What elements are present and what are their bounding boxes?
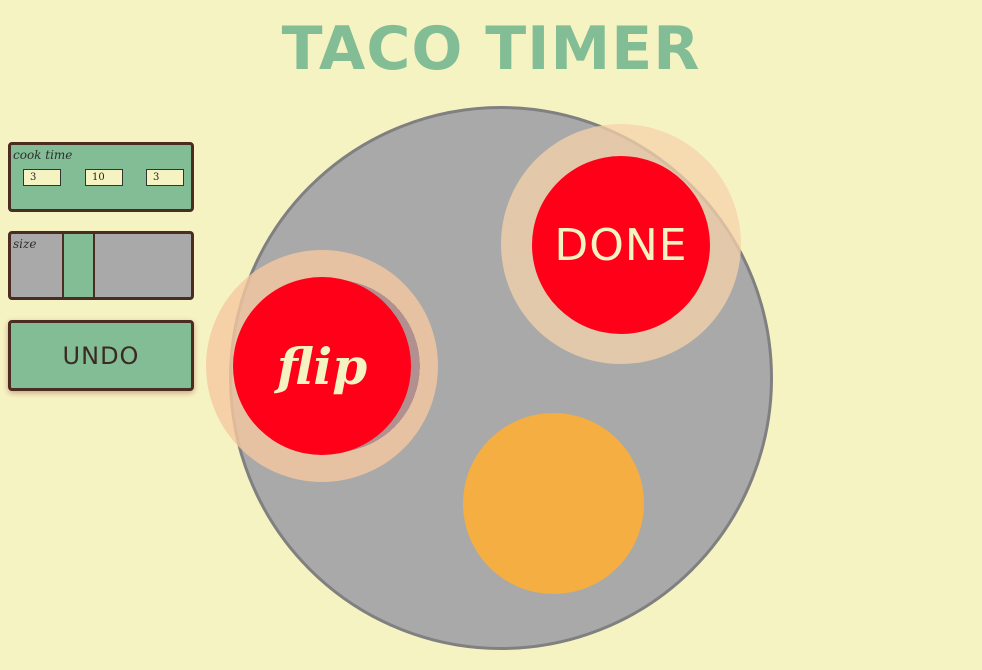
size-panel[interactable]: size (8, 231, 194, 300)
size-slider-handle[interactable] (62, 234, 95, 297)
cook-time-input-3[interactable] (146, 169, 184, 186)
size-track[interactable] (11, 234, 191, 297)
cook-time-input-1[interactable] (23, 169, 61, 186)
done-label: DONE (554, 219, 688, 271)
tortilla (463, 413, 644, 594)
size-label: size (13, 237, 37, 251)
cook-time-panel: cook time (8, 142, 194, 212)
app-title: TACO TIMER (281, 14, 701, 84)
undo-button[interactable]: UNDO (8, 320, 194, 391)
flip-button[interactable]: flip (233, 277, 411, 455)
cook-time-label: cook time (13, 148, 73, 162)
flip-label: flip (276, 336, 368, 396)
done-button[interactable]: DONE (532, 156, 710, 334)
cook-time-input-2[interactable] (85, 169, 123, 186)
